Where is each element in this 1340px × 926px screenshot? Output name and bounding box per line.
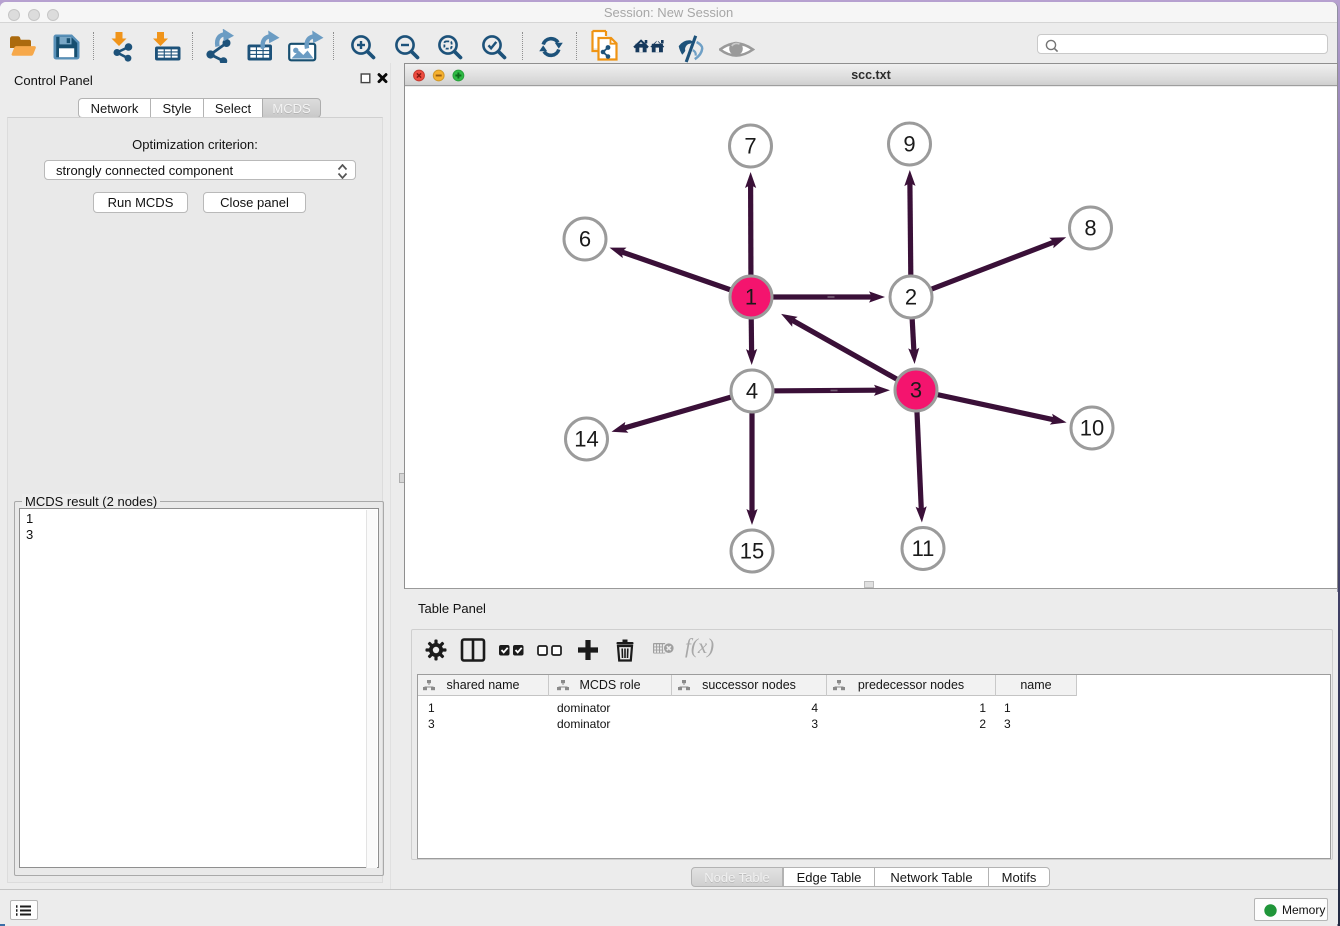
svg-text:8: 8 — [1084, 216, 1096, 241]
svg-text:9: 9 — [903, 132, 915, 157]
svg-text:11: 11 — [912, 536, 935, 561]
svg-text:14: 14 — [574, 427, 598, 452]
svg-text:6: 6 — [579, 227, 591, 252]
svg-text:7: 7 — [744, 134, 756, 159]
svg-text:1: 1 — [745, 285, 757, 310]
svg-text:15: 15 — [740, 539, 764, 564]
svg-text:3: 3 — [910, 378, 922, 403]
svg-text:2: 2 — [905, 285, 917, 310]
svg-text:10: 10 — [1080, 416, 1104, 441]
svg-text:4: 4 — [746, 379, 758, 404]
